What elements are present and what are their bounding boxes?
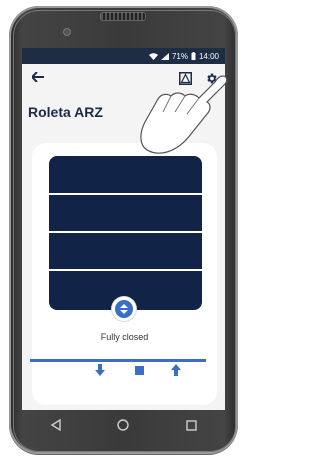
- up-down-chevron-icon: [115, 300, 133, 318]
- blind-visual[interactable]: [49, 156, 202, 310]
- stop-square-icon: [134, 365, 144, 375]
- front-camera: [63, 28, 71, 36]
- down-button[interactable]: [92, 362, 108, 378]
- triangle-back-icon: [50, 419, 61, 431]
- window-icon: [178, 71, 192, 85]
- blind-status-text: Fully closed: [100, 332, 149, 342]
- stop-button[interactable]: [131, 362, 147, 378]
- nav-recents-button[interactable]: [181, 415, 201, 435]
- drag-handle-button[interactable]: [112, 297, 136, 321]
- battery-icon: [191, 52, 196, 60]
- wifi-icon: [148, 52, 158, 60]
- bottom-accent-strip: [30, 359, 206, 362]
- square-recents-icon: [185, 419, 197, 431]
- circle-home-icon: [117, 419, 130, 431]
- nav-home-button[interactable]: [113, 415, 133, 435]
- status-bar: 71% 14:00: [22, 48, 225, 64]
- arrow-up-icon: [171, 364, 181, 376]
- clock: 14:00: [198, 51, 219, 61]
- arrow-down-icon: [95, 364, 105, 376]
- arrow-left-icon: [32, 72, 44, 82]
- gear-icon: [206, 73, 217, 83]
- earpiece: [100, 12, 146, 21]
- signal-icon: [160, 52, 169, 60]
- android-nav-bar: [22, 410, 225, 440]
- up-button[interactable]: [168, 362, 184, 378]
- blind-card: Fully closed: [32, 143, 217, 405]
- blind-slat-divider: [49, 193, 202, 195]
- back-button[interactable]: [28, 68, 48, 86]
- scene-button[interactable]: [177, 70, 193, 86]
- screen: 71% 14:00 Roleta ARZ Fully closed: [22, 48, 225, 410]
- battery-percent: 71%: [171, 51, 188, 61]
- settings-button[interactable]: [203, 70, 219, 86]
- blind-slat-divider: [49, 269, 202, 271]
- nav-back-button[interactable]: [46, 415, 66, 435]
- page-title: Roleta ARZ: [28, 104, 103, 120]
- blind-slat-divider: [49, 231, 202, 233]
